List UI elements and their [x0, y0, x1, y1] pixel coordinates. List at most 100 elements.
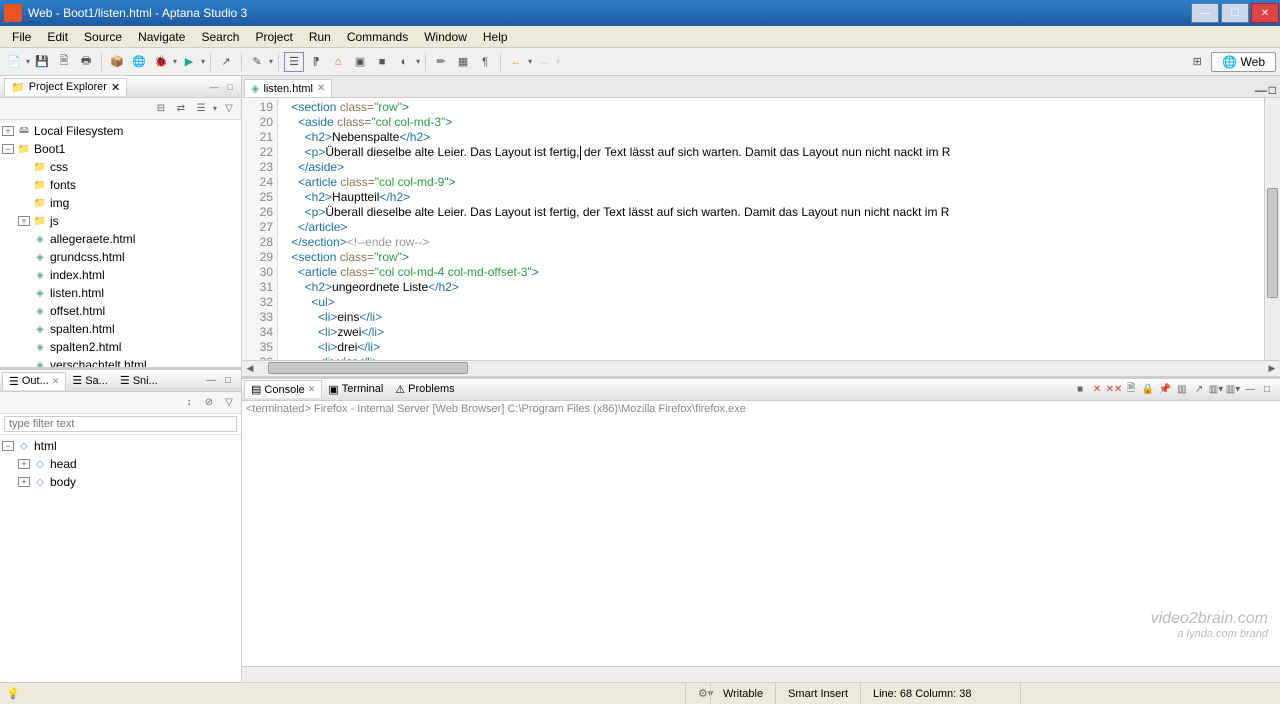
code-editor[interactable]: 1920212223242526272829303132333435363738…: [242, 98, 1280, 360]
scroll-left-button[interactable]: ◀: [242, 363, 258, 374]
back-button[interactable]: ←: [506, 52, 526, 72]
close-icon[interactable]: ✕: [111, 81, 120, 94]
globe-button[interactable]: 🌐: [129, 52, 149, 72]
vertical-scroll-thumb[interactable]: [1267, 188, 1278, 298]
vertical-scrollbar[interactable]: [1264, 98, 1280, 360]
menu-edit[interactable]: Edit: [39, 28, 76, 46]
pin-console-button[interactable]: 📌: [1158, 382, 1172, 396]
word-wrap-button[interactable]: ☰: [284, 52, 304, 72]
menu-run[interactable]: Run: [301, 28, 339, 46]
menu-source[interactable]: Source: [76, 28, 130, 46]
run-button[interactable]: ▶: [179, 52, 199, 72]
scroll-lock-button[interactable]: 🔒: [1141, 382, 1155, 396]
scroll-right-button[interactable]: ▶: [1264, 363, 1280, 374]
tree-item[interactable]: ◈offset.html: [2, 302, 239, 320]
debug-button[interactable]: 🐞: [151, 52, 171, 72]
view-menu-button[interactable]: ▽: [221, 101, 237, 117]
highlight-button[interactable]: ✏: [431, 52, 451, 72]
close-window-button[interactable]: ✕: [1251, 3, 1279, 23]
maximize-view-button[interactable]: □: [221, 374, 235, 388]
tree-item[interactable]: −📁Boot1: [2, 140, 239, 158]
tree-item[interactable]: 📁img: [2, 194, 239, 212]
collapse-all-button[interactable]: ⊟: [153, 101, 169, 117]
horizontal-scroll-thumb[interactable]: [268, 362, 468, 374]
display-console-button[interactable]: ▥: [1175, 382, 1189, 396]
console-output[interactable]: <terminated> Firefox - Internal Server […: [242, 401, 1280, 667]
link-editor-button[interactable]: ⇄: [173, 101, 189, 117]
snippets-tab[interactable]: ☰ Sni...: [114, 372, 164, 389]
outline-item[interactable]: +◇head: [2, 455, 239, 473]
print-button[interactable]: 🖶: [76, 52, 96, 72]
remove-launch-button[interactable]: ✕: [1090, 382, 1104, 396]
outline-item[interactable]: +◇body: [2, 473, 239, 491]
outline-filter-input[interactable]: [4, 416, 237, 432]
tree-item[interactable]: +🖴Local Filesystem: [2, 122, 239, 140]
external-button[interactable]: ↗: [216, 52, 236, 72]
tree-item[interactable]: ◈spalten.html: [2, 320, 239, 338]
gear-icon[interactable]: ⚙▾: [685, 683, 710, 704]
menu-file[interactable]: File: [4, 28, 39, 46]
menu-help[interactable]: Help: [475, 28, 516, 46]
tree-item[interactable]: ◈verschachtelt.html: [2, 356, 239, 367]
filter-button[interactable]: ☰: [193, 101, 209, 117]
minimize-editor-button[interactable]: ―: [1255, 83, 1267, 97]
remove-all-button[interactable]: ✕✕: [1107, 382, 1121, 396]
tree-item[interactable]: ◈spalten2.html: [2, 338, 239, 356]
minimize-view-button[interactable]: ―: [207, 80, 221, 94]
sort-button[interactable]: ↕: [181, 395, 197, 411]
outline-tree[interactable]: −◇html+◇head+◇body: [0, 435, 241, 682]
samples-tab[interactable]: ☰ Sa...: [66, 372, 114, 389]
outline-tab[interactable]: ☰ Out... ✕: [2, 372, 66, 390]
save-all-button[interactable]: 🗎: [54, 52, 74, 72]
code-area[interactable]: <section class="row"> <aside class="col …: [278, 98, 1264, 360]
terminal-tab[interactable]: ▣ Terminal: [322, 381, 389, 398]
dark-button[interactable]: ■: [372, 52, 392, 72]
maximize-button[interactable]: ☐: [1221, 3, 1249, 23]
console-tab[interactable]: ▤ Console ✕: [244, 380, 322, 398]
preview-button[interactable]: ▣: [350, 52, 370, 72]
tree-item[interactable]: +📁js: [2, 212, 239, 230]
home-button[interactable]: ⌂: [328, 52, 348, 72]
console-scrollbar[interactable]: [242, 666, 1280, 682]
pilcrow-button[interactable]: ¶: [475, 52, 495, 72]
maximize-view-button[interactable]: □: [223, 80, 237, 94]
menu-project[interactable]: Project: [247, 28, 300, 46]
web-perspective-button[interactable]: 🌐 Web: [1211, 52, 1276, 72]
view-menu-button[interactable]: ▽: [221, 395, 237, 411]
open-console-button[interactable]: ↗: [1192, 382, 1206, 396]
menu-search[interactable]: Search: [193, 28, 247, 46]
outline-item[interactable]: −◇html: [2, 437, 239, 455]
clear-console-button[interactable]: 🗎: [1124, 382, 1138, 396]
problems-tab[interactable]: ⚠ Problems: [389, 381, 460, 398]
minimize-button[interactable]: —: [1191, 3, 1219, 23]
theme-button[interactable]: ◐: [394, 52, 414, 72]
new-console-button[interactable]: ▥▾: [1226, 382, 1240, 396]
forward-button[interactable]: →: [534, 52, 554, 72]
save-button[interactable]: 💾: [32, 52, 52, 72]
tree-item[interactable]: ◈listen.html: [2, 284, 239, 302]
wand-button[interactable]: ✎: [247, 52, 267, 72]
block-button[interactable]: ▦: [453, 52, 473, 72]
menu-navigate[interactable]: Navigate: [130, 28, 193, 46]
horizontal-scrollbar[interactable]: ◀ ▶: [242, 360, 1280, 376]
tree-item[interactable]: 📁css: [2, 158, 239, 176]
maximize-editor-button[interactable]: □: [1269, 83, 1276, 97]
minimize-view-button[interactable]: ―: [1243, 382, 1257, 396]
tree-item[interactable]: ◈grundcss.html: [2, 248, 239, 266]
minimize-view-button[interactable]: ―: [204, 374, 218, 388]
select-console-button[interactable]: ▥▾: [1209, 382, 1223, 396]
menu-window[interactable]: Window: [416, 28, 475, 46]
hide-button[interactable]: ⊘: [201, 395, 217, 411]
close-icon[interactable]: ✕: [317, 83, 325, 94]
maximize-view-button[interactable]: □: [1260, 382, 1274, 396]
tree-item[interactable]: 📁fonts: [2, 176, 239, 194]
editor-tab-listen[interactable]: ◈ listen.html ✕: [244, 79, 332, 97]
project-explorer-tab[interactable]: 📁 Project Explorer ✕: [4, 78, 127, 96]
tree-item[interactable]: ◈allegeraete.html: [2, 230, 239, 248]
new-button[interactable]: 📄: [4, 52, 24, 72]
project-tree[interactable]: +🖴Local Filesystem−📁Boot1📁css📁fonts📁img+…: [0, 120, 241, 367]
deploy-button[interactable]: 📦: [107, 52, 127, 72]
tree-item[interactable]: ◈index.html: [2, 266, 239, 284]
perspective-switcher-icon[interactable]: ⊞: [1187, 52, 1207, 72]
terminate-button[interactable]: ■: [1073, 382, 1087, 396]
